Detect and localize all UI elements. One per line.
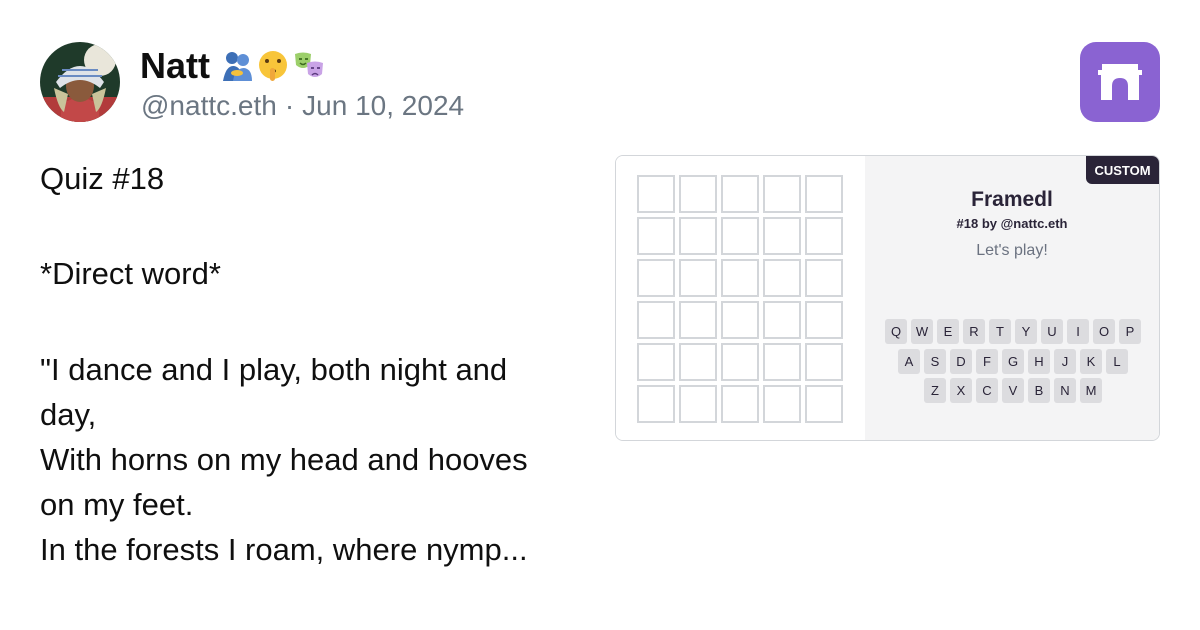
post-text: Quiz #18 *Direct word* "I dance and I pl…: [40, 156, 585, 572]
key-v[interactable]: V: [1002, 378, 1024, 403]
key-d[interactable]: D: [950, 349, 972, 374]
grid-tile: [721, 385, 759, 423]
grid-tile: [805, 343, 843, 381]
game-info-panel: CUSTOM Framedl #18 by @nattc.eth Let's p…: [865, 156, 1159, 440]
grid-tile: [637, 385, 675, 423]
grid-tile: [763, 259, 801, 297]
key-m[interactable]: M: [1080, 378, 1102, 403]
key-t[interactable]: T: [989, 319, 1011, 344]
meta-separator: ·: [284, 90, 295, 121]
grid-tile: [679, 343, 717, 381]
grid-tile: [679, 259, 717, 297]
key-u[interactable]: U: [1041, 319, 1063, 344]
key-r[interactable]: R: [963, 319, 985, 344]
key-i[interactable]: I: [1067, 319, 1089, 344]
key-j[interactable]: J: [1054, 349, 1076, 374]
game-subtitle: #18 by @nattc.eth: [956, 216, 1068, 231]
grid-tile: [763, 175, 801, 213]
grid-tile: [637, 259, 675, 297]
key-f[interactable]: F: [976, 349, 998, 374]
author-handle[interactable]: @nattc.eth: [141, 90, 277, 122]
people-hugging-icon: [223, 52, 252, 81]
grid-tile: [637, 175, 675, 213]
key-g[interactable]: G: [1002, 349, 1024, 374]
grid-tile: [679, 385, 717, 423]
word-grid: [616, 156, 865, 440]
game-status: Let's play!: [976, 242, 1048, 259]
post-line: With horns on my head and hooves: [40, 442, 528, 477]
post-line: "I dance and I play, both night and: [40, 352, 508, 387]
performing-arts-icon: [295, 52, 323, 77]
name-emojis: [220, 49, 326, 83]
key-l[interactable]: L: [1106, 349, 1128, 374]
key-e[interactable]: E: [937, 319, 959, 344]
key-b[interactable]: B: [1028, 378, 1050, 403]
grid-tile: [679, 301, 717, 339]
post-line: In the forests I roam, where nymp...: [40, 532, 528, 567]
key-z[interactable]: Z: [924, 378, 946, 403]
grid-tile: [679, 217, 717, 255]
grid-tile: [805, 259, 843, 297]
grid-tile: [637, 301, 675, 339]
farcaster-arch-icon[interactable]: [1080, 42, 1160, 122]
custom-badge: CUSTOM: [1086, 156, 1159, 184]
key-a[interactable]: A: [898, 349, 920, 374]
post-date[interactable]: Jun 10, 2024: [302, 90, 464, 122]
avatar[interactable]: [40, 42, 120, 122]
game-title: Framedl: [971, 188, 1053, 211]
key-q[interactable]: Q: [885, 319, 907, 344]
grid-tile: [805, 217, 843, 255]
grid-tile: [721, 259, 759, 297]
grid-tile: [763, 217, 801, 255]
grid-tile: [805, 301, 843, 339]
key-o[interactable]: O: [1093, 319, 1115, 344]
grid-tile: [721, 343, 759, 381]
post-line: day,: [40, 397, 97, 432]
grid-tile: [763, 385, 801, 423]
grid-tile: [763, 301, 801, 339]
grid-tile: [679, 175, 717, 213]
author-meta: @nattc.eth · Jun 10, 2024: [141, 90, 464, 122]
shushing-face-icon: [259, 51, 287, 81]
key-h[interactable]: H: [1028, 349, 1050, 374]
key-s[interactable]: S: [924, 349, 946, 374]
key-x[interactable]: X: [950, 378, 972, 403]
grid-tile: [721, 175, 759, 213]
grid-tile: [805, 385, 843, 423]
post-line-subtitle: *Direct word*: [40, 256, 221, 291]
grid-tile: [637, 343, 675, 381]
author-name-text: Natt: [140, 45, 210, 86]
key-y[interactable]: Y: [1015, 319, 1037, 344]
key-n[interactable]: N: [1054, 378, 1076, 403]
key-w[interactable]: W: [911, 319, 933, 344]
frame-embed[interactable]: CUSTOM Framedl #18 by @nattc.eth Let's p…: [615, 155, 1160, 441]
grid-tile: [637, 217, 675, 255]
author-name[interactable]: Natt: [140, 42, 326, 90]
grid-tile: [805, 175, 843, 213]
grid-tile: [763, 343, 801, 381]
key-p[interactable]: P: [1119, 319, 1141, 344]
post-line: on my feet.: [40, 487, 194, 522]
grid-tile: [721, 217, 759, 255]
key-c[interactable]: C: [976, 378, 998, 403]
post-line-title: Quiz #18: [40, 161, 165, 196]
grid-tile: [721, 301, 759, 339]
key-k[interactable]: K: [1080, 349, 1102, 374]
